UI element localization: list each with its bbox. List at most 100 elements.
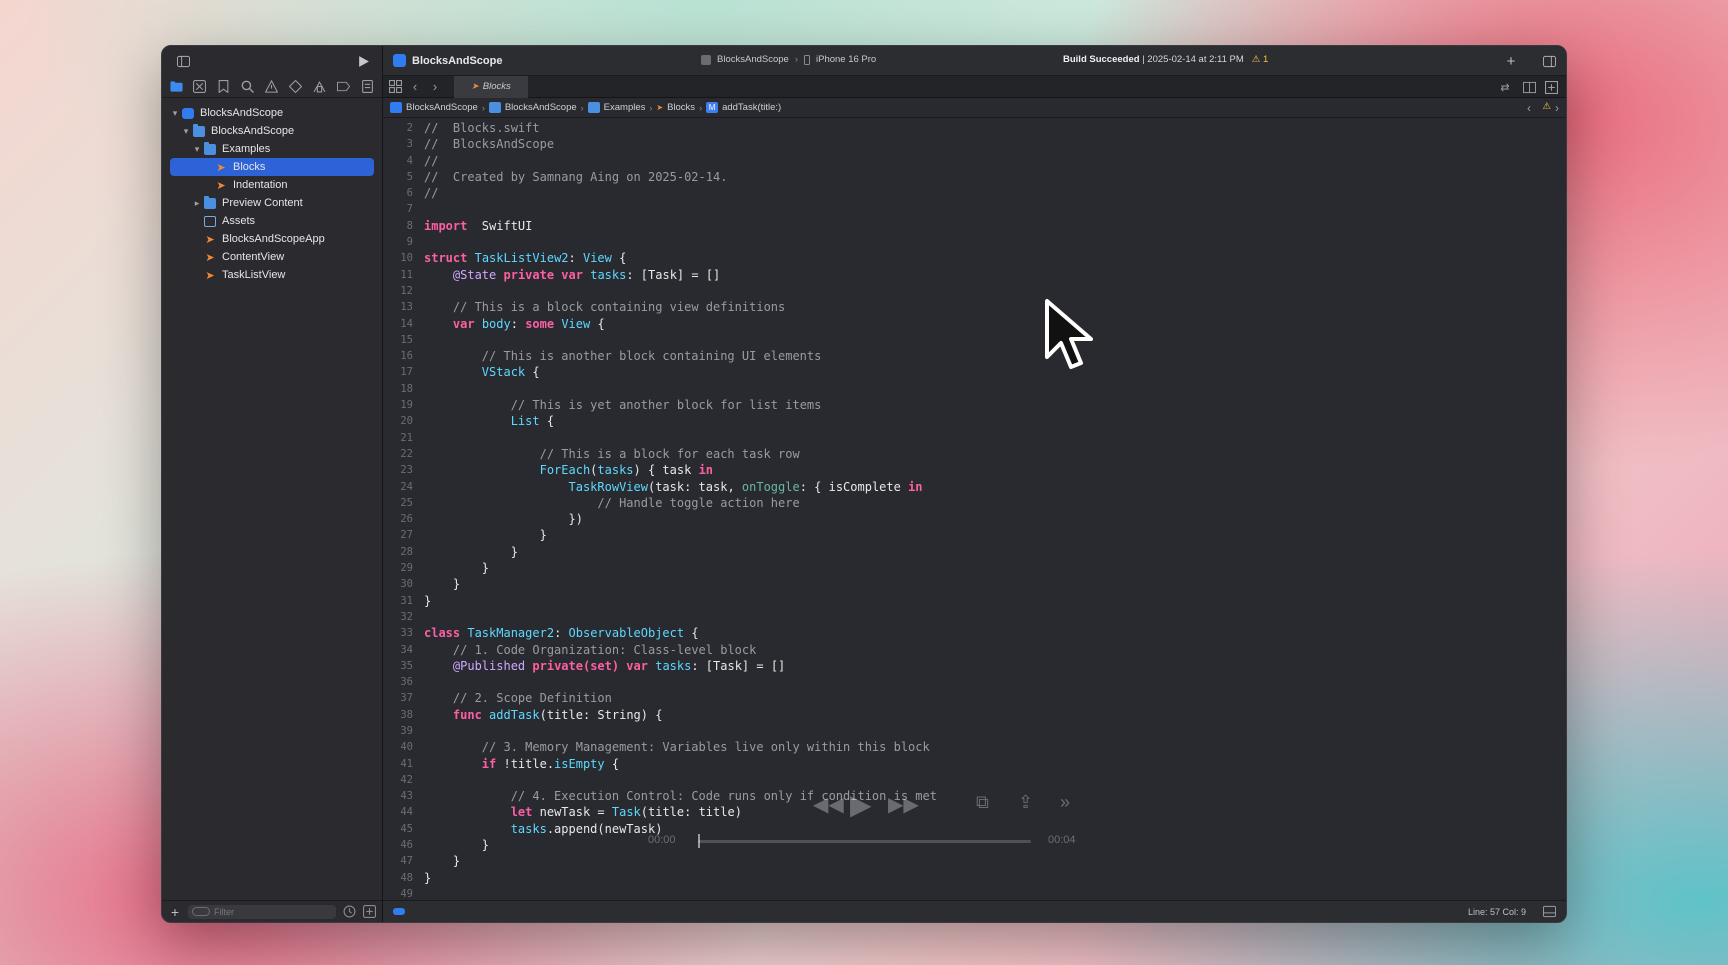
sidebar-toggle-icon[interactable] [176, 54, 190, 68]
file-tree-item[interactable]: ➤ Blocks [170, 158, 374, 176]
code-line[interactable]: 40 // 3. Memory Management: Variables li… [383, 739, 1566, 755]
code-line[interactable]: 33 class TaskManager2: ObservableObject { [383, 625, 1566, 641]
bookmark-icon[interactable] [217, 80, 231, 94]
filter-field[interactable]: Filter [188, 904, 336, 919]
code-line[interactable]: 13 // This is a block containing view de… [383, 299, 1566, 315]
code-line[interactable]: 14 var body: some View { [383, 316, 1566, 332]
source-control-icon[interactable] [193, 80, 207, 94]
code-line[interactable]: 35 @Published private(set) var tasks: [T… [383, 658, 1566, 674]
back-icon[interactable]: ‹ [408, 79, 422, 94]
warning-badge[interactable]: ⚠ 1 [1252, 54, 1268, 65]
file-tree-item[interactable]: ▾ BlocksAndScope [162, 122, 382, 140]
source-control-filter-icon[interactable] [362, 905, 376, 919]
project-navigator-icon[interactable] [169, 80, 183, 94]
code-line[interactable]: 47 } [383, 853, 1566, 869]
code-line[interactable]: 21 [383, 430, 1566, 446]
code-line[interactable]: 4 // [383, 153, 1566, 169]
code-line[interactable]: 42 [383, 772, 1566, 788]
scheme-name[interactable]: BlocksAndScope [717, 54, 789, 65]
tab-blocks[interactable]: ➤ Blocks [454, 75, 528, 98]
chevron-down-icon[interactable]: ▾ [170, 108, 180, 119]
code-line[interactable]: 28 } [383, 544, 1566, 560]
rewind-icon[interactable]: ◀◀ [813, 792, 844, 817]
code-line[interactable]: 26 }) [383, 511, 1566, 527]
code-line[interactable]: 8 import SwiftUI [383, 218, 1566, 234]
code-line[interactable]: 10 struct TaskListView2: View { [383, 250, 1566, 266]
code-line[interactable]: 49 [383, 886, 1566, 900]
jumpbar-item[interactable]: addTask(title:) [722, 102, 781, 113]
code-line[interactable]: 12 [383, 283, 1566, 299]
file-tree-item[interactable]: ➤ Indentation [162, 176, 382, 194]
scheme-selector[interactable]: BlocksAndScope › iPhone 16 Pro [701, 54, 876, 65]
code-line[interactable]: 20 List { [383, 413, 1566, 429]
recent-files-icon[interactable] [342, 905, 356, 919]
file-tree-item[interactable]: ➤ BlocksAndScopeApp [162, 230, 382, 248]
code-line[interactable]: 7 [383, 201, 1566, 217]
device-name[interactable]: iPhone 16 Pro [816, 54, 876, 65]
editor-options-icon[interactable] [1522, 80, 1536, 94]
code-line[interactable]: 39 [383, 723, 1566, 739]
file-tree-item[interactable]: ▸ Preview Content [162, 194, 382, 212]
progress-track[interactable] [698, 840, 1031, 843]
code-line[interactable]: 15 [383, 332, 1566, 348]
chevron-down-icon[interactable]: ▾ [192, 144, 202, 155]
issue-navigator-icon[interactable] [265, 80, 279, 94]
add-icon[interactable]: + [168, 904, 182, 920]
run-icon[interactable] [356, 54, 370, 68]
code-line[interactable]: 2 // Blocks.swift [383, 120, 1566, 136]
jumpbar-item[interactable]: Blocks [667, 102, 695, 113]
code-line[interactable]: 5 // Created by Samnang Aing on 2025-02-1… [383, 169, 1566, 185]
more-icon[interactable]: » [1060, 792, 1070, 813]
code-line[interactable]: 22 // This is a block for each task row [383, 446, 1566, 462]
jumpbar-item[interactable]: Examples [604, 102, 646, 113]
breakpoint-navigator-icon[interactable] [336, 80, 350, 94]
code-line[interactable]: 11 @State private var tasks: [Task] = [] [383, 267, 1566, 283]
code-line[interactable]: 16 // This is another block containing U… [383, 348, 1566, 364]
chevron-down-icon[interactable]: ▾ [181, 126, 191, 137]
fast-forward-icon[interactable]: ▶▶ [888, 792, 919, 817]
code-line[interactable]: 3 // BlocksAndScope [383, 136, 1566, 152]
code-line[interactable]: 41 if !title.isEmpty { [383, 756, 1566, 772]
code-line[interactable]: 19 // This is yet another block for list… [383, 397, 1566, 413]
code-line[interactable]: 30 } [383, 576, 1566, 592]
jumpbar-item[interactable]: BlocksAndScope [406, 102, 478, 113]
debug-toggle-icon[interactable] [1542, 905, 1556, 919]
code-line[interactable]: 38 func addTask(title: String) { [383, 707, 1566, 723]
code-line[interactable]: 34 // 1. Code Organization: Class-level … [383, 642, 1566, 658]
picture-in-picture-icon[interactable]: ⧉ [976, 792, 989, 813]
code-line[interactable]: 6 // [383, 185, 1566, 201]
share-icon[interactable]: ⇪ [1018, 792, 1033, 813]
jumpbar-next-icon[interactable]: › [1550, 101, 1564, 115]
file-tree-item[interactable]: ➤ TaskListView [162, 266, 382, 284]
report-navigator-icon[interactable] [360, 80, 374, 94]
code-line[interactable]: 18 [383, 381, 1566, 397]
find-icon[interactable] [241, 80, 255, 94]
add-icon[interactable]: + [1504, 53, 1518, 70]
grid-icon[interactable] [388, 80, 402, 94]
file-tree-item[interactable]: ➤ ContentView [162, 248, 382, 266]
file-tree-item[interactable]: ▾ Examples [162, 140, 382, 158]
chevron-right-icon[interactable]: ▸ [192, 198, 202, 209]
code-line[interactable]: 37 // 2. Scope Definition [383, 690, 1566, 706]
inspector-toggle-icon[interactable] [1542, 54, 1556, 68]
play-icon[interactable]: ▶ [850, 788, 872, 821]
code-line[interactable]: 29 } [383, 560, 1566, 576]
code-line[interactable]: 23 ForEach(tasks) { task in [383, 462, 1566, 478]
debug-area-toggle-icon[interactable] [393, 908, 405, 915]
debug-navigator-icon[interactable] [312, 80, 326, 94]
forward-icon[interactable]: › [428, 79, 442, 94]
add-editor-icon[interactable] [1544, 80, 1558, 94]
code-line[interactable]: 31} [383, 593, 1566, 609]
test-navigator-icon[interactable] [288, 80, 302, 94]
code-editor[interactable]: 2 // Blocks.swift 3 // BlocksAndScope 4 // 5 //… [383, 120, 1566, 900]
refresh-icon[interactable]: ⇄ [1498, 80, 1512, 94]
code-line[interactable]: 32 [383, 609, 1566, 625]
code-line[interactable]: 25 // Handle toggle action here [383, 495, 1566, 511]
code-line[interactable]: 17 VStack { [383, 364, 1566, 380]
code-line[interactable]: 48} [383, 870, 1566, 886]
code-line[interactable]: 9 [383, 234, 1566, 250]
file-tree-item[interactable]: Assets [162, 212, 382, 230]
jumpbar-prev-icon[interactable]: ‹ [1522, 101, 1536, 115]
code-line[interactable]: 27 } [383, 527, 1566, 543]
file-tree-item[interactable]: ▾ BlocksAndScope [162, 104, 382, 122]
